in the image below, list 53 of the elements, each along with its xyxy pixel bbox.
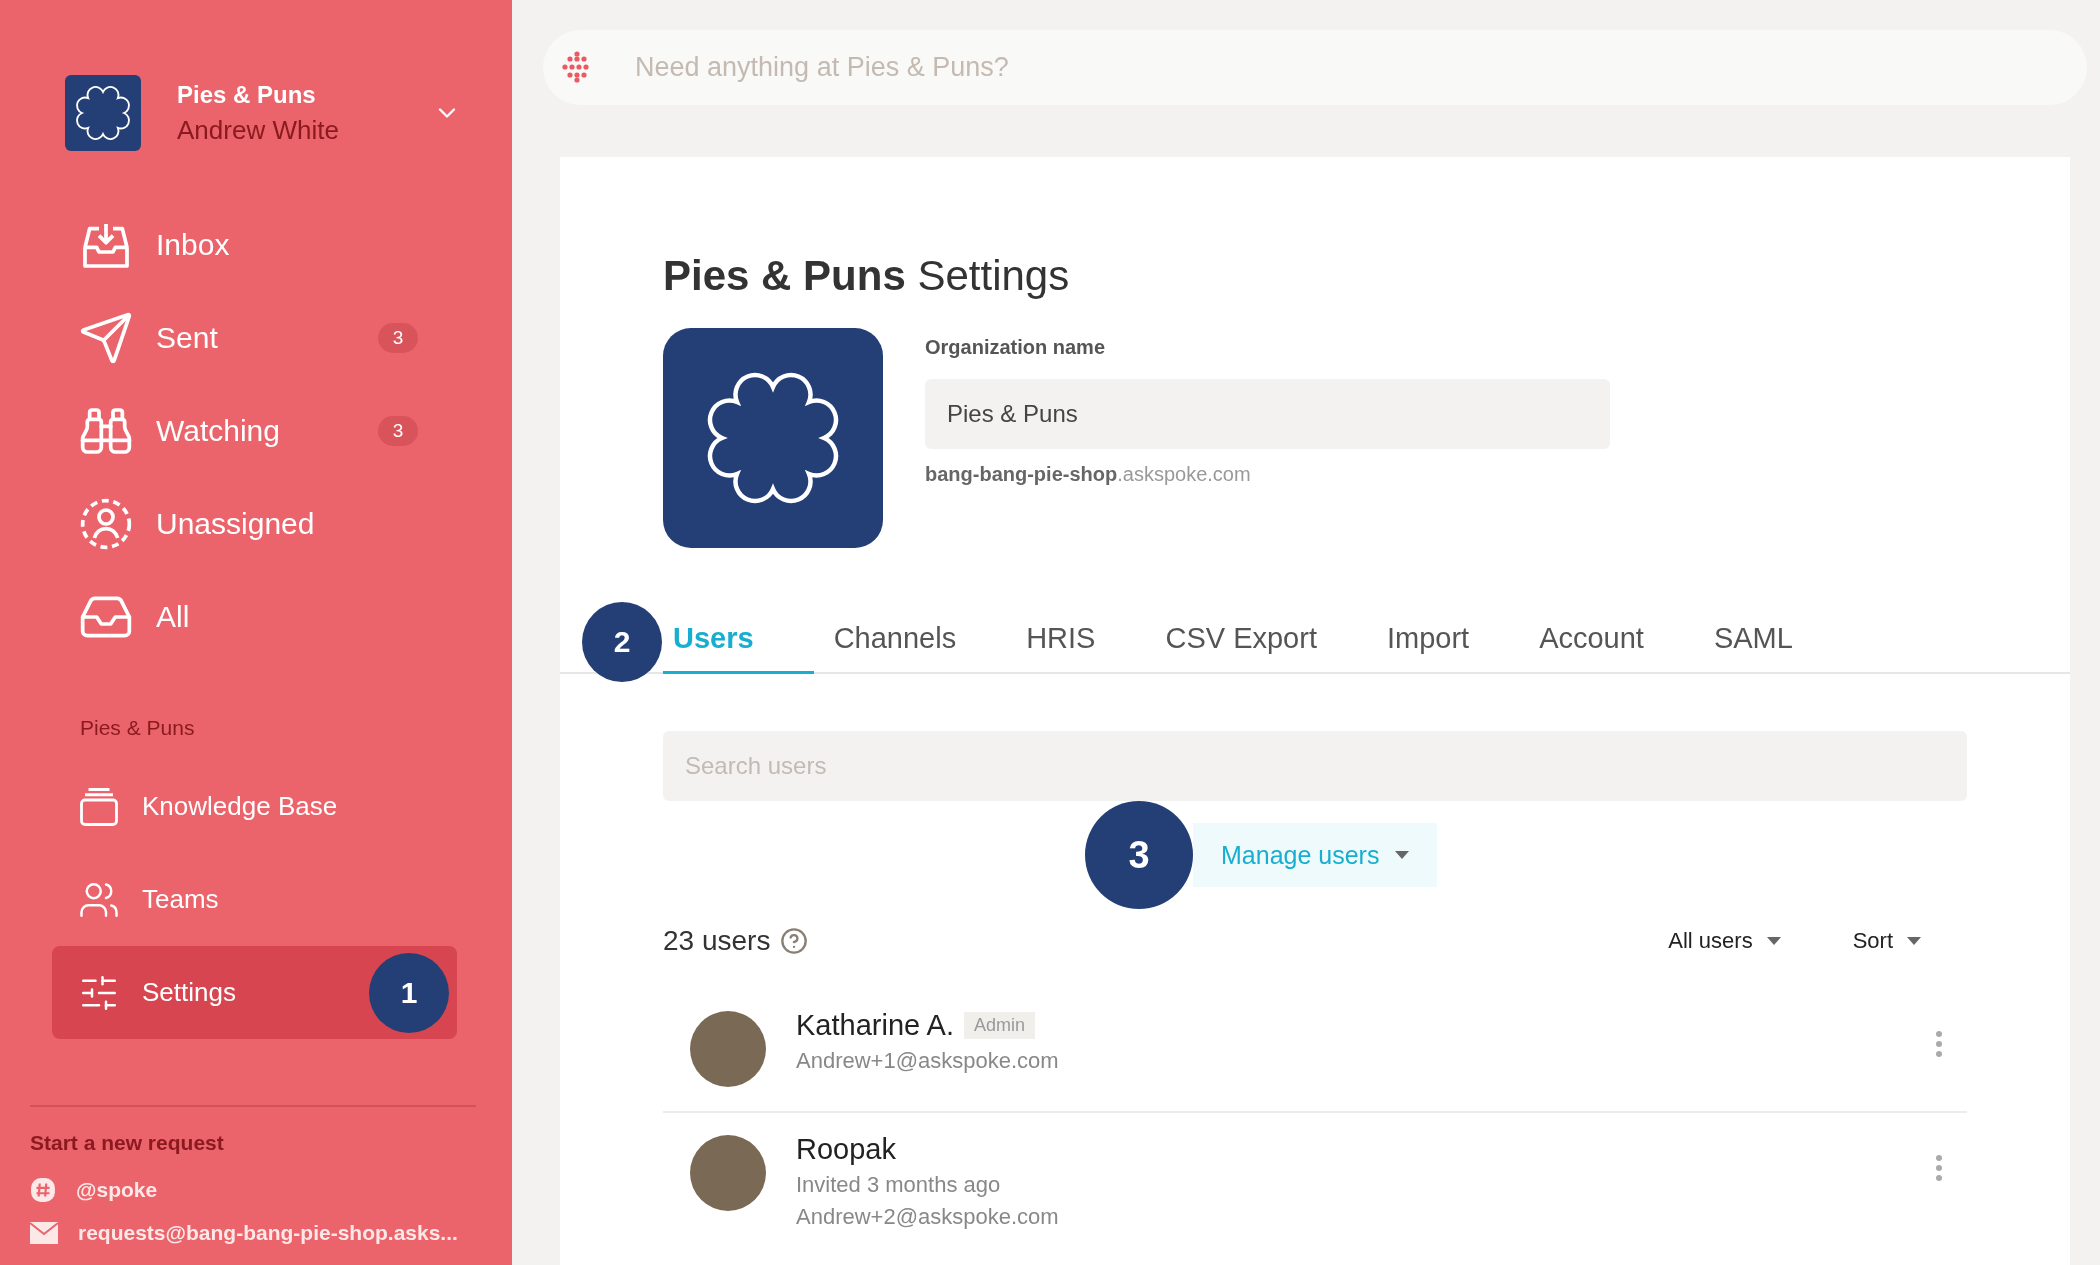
nav-item[interactable]: Settings 1	[52, 946, 457, 1039]
user-search-field[interactable]: Search users	[663, 731, 1967, 801]
user-name: Andrew White	[177, 114, 340, 146]
user-detail: Andrew+2@askspoke.com	[796, 1204, 1060, 1230]
user-name: Roopak	[796, 1133, 896, 1166]
user-detail: Invited 3 months ago	[796, 1172, 1002, 1198]
more-icon[interactable]	[1935, 1155, 1943, 1181]
envelope-icon	[30, 1222, 58, 1244]
user-row[interactable]: Katharine A. Admin Andrew+1@askspoke.com	[663, 989, 1967, 1113]
user-detail: Andrew+1@askspoke.com	[796, 1048, 1060, 1074]
tab[interactable]: HRIS	[1016, 622, 1096, 674]
hash-icon	[30, 1177, 56, 1203]
tab[interactable]: Account	[1529, 622, 1644, 674]
nav-label: Sent	[156, 320, 218, 355]
tab[interactable]: CSV Export	[1155, 622, 1317, 674]
filter-dropdown[interactable]: Sort	[1846, 927, 1927, 955]
caret-icon	[1766, 937, 1781, 945]
caret-icon	[1907, 937, 1921, 945]
filter-dropdown[interactable]: All users	[1662, 927, 1787, 955]
nav-item[interactable]: Watching 3	[78, 401, 418, 460]
count-badge: 3	[378, 322, 418, 353]
org-name-field[interactable]: Pies & Puns	[925, 379, 1610, 449]
user-row[interactable]: Roopak Invited 3 months ago Andrew+2@askspoke.com	[663, 1113, 1967, 1254]
search-field[interactable]: Need anything at Pies & Puns?	[543, 30, 2087, 105]
nav-label: Unassigned	[156, 506, 315, 541]
org-logo[interactable]	[663, 328, 883, 548]
nav-label: Settings	[142, 977, 236, 1008]
page-title: Pies & Puns Settings	[663, 252, 1071, 300]
step-marker: 2	[582, 602, 662, 682]
caret-icon	[1395, 851, 1410, 859]
new-request-title: Start a new request	[30, 1131, 225, 1155]
section-title: Pies & Puns	[80, 716, 196, 740]
domain-text: bang-bang-pie-shop.askspoke.com	[925, 463, 1252, 486]
field-label: Organization name	[925, 336, 1107, 359]
tab[interactable]: Import	[1376, 622, 1470, 674]
user-name: Katharine A.	[796, 1009, 954, 1042]
step-marker: 1	[369, 952, 449, 1033]
help-icon[interactable]	[780, 927, 809, 955]
nav-item[interactable]: Sent 3	[78, 308, 418, 367]
nav-label: Teams	[142, 884, 219, 915]
step-marker: 3	[1085, 801, 1193, 909]
more-icon[interactable]	[1935, 1031, 1943, 1057]
card-stack-icon	[78, 785, 120, 828]
count-badge: 3	[378, 415, 418, 446]
tab[interactable]: SAML	[1703, 622, 1793, 674]
nav-label: Watching	[156, 413, 280, 448]
nav-label: Knowledge Base	[142, 791, 338, 822]
user-count: 23 users	[663, 925, 771, 957]
role-tag: Admin	[964, 1012, 1036, 1039]
tab[interactable]: Channels	[823, 622, 957, 674]
nav-label: Inbox	[156, 227, 230, 262]
org-name: Pies & Puns	[177, 80, 317, 109]
nav-label: All	[156, 599, 190, 634]
